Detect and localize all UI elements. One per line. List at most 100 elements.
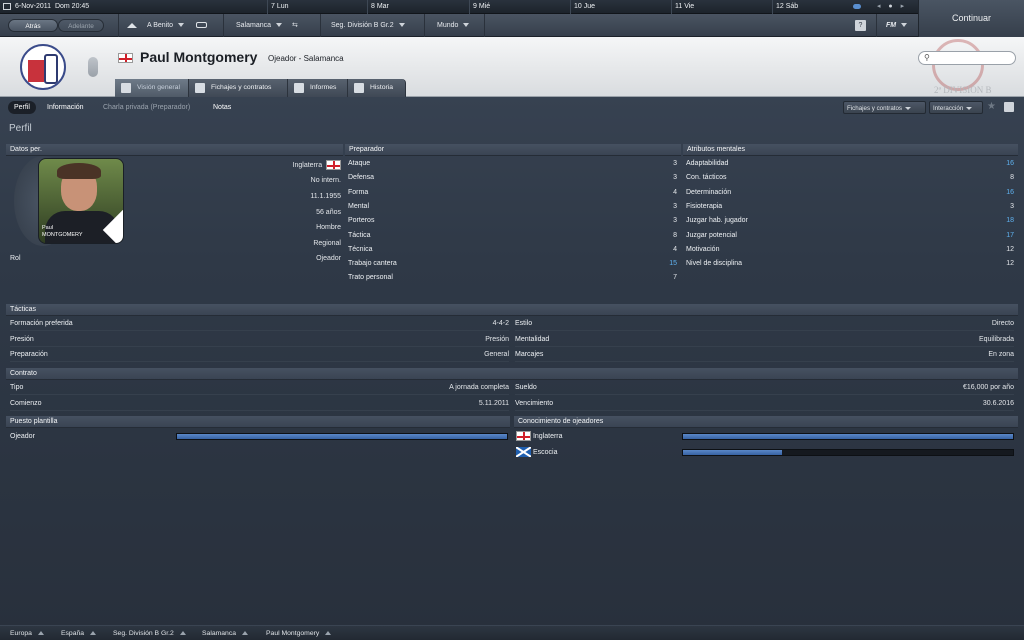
squad-role-row: Ojeador [10, 430, 508, 444]
subnav-private-chat[interactable]: Charla privada (Preparador) [103, 101, 190, 114]
forward-button[interactable]: Adelante [58, 19, 104, 32]
nationality-row[interactable]: Inglaterra [200, 159, 341, 173]
knowledge-heading: Conocimiento de ojeadores [514, 416, 1018, 428]
tactics-row: Presión Presión [10, 333, 509, 347]
scotland-flag-icon [516, 447, 531, 458]
nationality-flag-icon [118, 53, 133, 64]
search-input[interactable]: ⚲ [918, 51, 1016, 65]
club-menu[interactable]: Salamanca ⇆ [223, 14, 320, 37]
coach-attribute-row: Porteros 3 [348, 217, 677, 225]
current-date[interactable]: 6-Nov-2011 Dom 20:45 [0, 0, 118, 14]
star-icon[interactable]: ★ [987, 101, 996, 112]
tab-history[interactable]: Historia [348, 79, 406, 97]
coach-attribute-row: Ataque 3 [348, 160, 677, 167]
time-controls[interactable]: ◂ ● ▸ [846, 0, 918, 14]
coach-attribute-row: Defensa 3 [348, 174, 677, 182]
mental-attribute-row: Determinación 16 [686, 188, 1014, 196]
tactics-row: Mentalidad Equilibrada [515, 333, 1014, 347]
knowledge-row[interactable]: Inglaterra [516, 430, 1016, 444]
day-cell[interactable]: 10 Jue [570, 0, 671, 14]
contract-row: Sueldo €16,000 por año [515, 381, 1014, 395]
dot-icon: ● [888, 3, 893, 10]
mental-attribute-row: Con. tácticos 8 [686, 174, 1014, 182]
breadcrumb-item[interactable]: Seg. División B Gr.2 [113, 626, 186, 640]
caps: No intern. [310, 177, 341, 184]
contract-row: Tipo A jornada completa [10, 381, 509, 395]
chevron-up-icon [325, 631, 332, 636]
league-watermark-icon: 2ª DIVISIÓN B [922, 37, 992, 97]
subnav-information[interactable]: Información [47, 101, 84, 114]
prev-icon: ◂ [876, 3, 881, 10]
coach-attribute-row: Técnica 4 [348, 245, 677, 253]
mental-attribute-row: Fisioterapia 3 [686, 202, 1014, 210]
contract-row: Vencimiento 30.6.2016 [515, 397, 1014, 411]
contract-heading: Contrato [6, 368, 1018, 380]
day-cell[interactable]: 8 Mar [367, 0, 469, 14]
personal-heading: Datos per. [6, 144, 343, 156]
manager-menu[interactable]: A Benito [118, 14, 223, 37]
england-flag-icon [326, 160, 341, 171]
transfer-icon: ⇆ [291, 22, 298, 29]
interaction-dropdown[interactable]: Interacción [929, 101, 983, 114]
competition-menu[interactable]: Seg. División B Gr.2 [320, 14, 424, 37]
chevron-down-icon [398, 23, 405, 28]
chevron-down-icon [178, 23, 185, 28]
mental-heading: Atributos mentales [683, 144, 1018, 156]
contract-icon [195, 83, 205, 93]
continue-button[interactable]: Continuar [918, 0, 1024, 37]
transfers-contracts-dropdown[interactable]: Fichajes y contratos [843, 101, 926, 114]
day-cell[interactable]: 11 Vie [671, 0, 772, 14]
scroll-arrows-icon[interactable] [88, 57, 98, 77]
back-button[interactable]: Atrás [8, 19, 58, 32]
nav-bar: Atrás Adelante A Benito Salamanca ⇆ Seg.… [0, 14, 918, 37]
breadcrumb-item[interactable]: Europa [10, 626, 44, 640]
breadcrumb-item[interactable]: Salamanca [202, 626, 249, 640]
coach-attribute-row: Trato personal 7 [348, 274, 677, 282]
chevron-up-icon [90, 631, 97, 636]
chevron-down-icon [966, 106, 973, 110]
gender: Hombre [316, 224, 341, 231]
tab-transfers-contracts[interactable]: Fichajes y contratos [189, 79, 288, 97]
mental-attribute-row: Juzgar hab. jugador 18 [686, 217, 1014, 225]
mental-attribute-row: Nivel de disciplina 12 [686, 260, 1014, 268]
help-button[interactable]: ? [855, 20, 866, 31]
date-of-birth: 11.1.1955 [310, 193, 341, 200]
england-flag-icon [516, 431, 531, 442]
notes-icon[interactable] [1004, 102, 1014, 112]
breadcrumb: Europa España Seg. División B Gr.2 Salam… [0, 625, 1024, 640]
person-role: Ojeador - Salamanca [268, 54, 344, 63]
subnav-notes[interactable]: Notas [213, 101, 231, 114]
role-row: Rol Ojeador [10, 255, 341, 262]
coach-attribute-row: Trabajo cantera 15 [348, 260, 677, 268]
page-title: Perfil [9, 123, 32, 134]
chevron-up-icon [37, 631, 44, 636]
breadcrumb-item[interactable]: España [61, 626, 97, 640]
search-icon: ⚲ [924, 53, 930, 62]
world-menu[interactable]: Mundo [424, 14, 484, 37]
subnav-profile[interactable]: Perfil [8, 101, 36, 114]
inbox-icon [196, 22, 208, 29]
day-cell[interactable]: 9 Mié [469, 0, 570, 14]
history-icon [354, 83, 364, 93]
squad-heading: Puesto plantilla [6, 416, 510, 428]
day-cell[interactable]: 12 Sáb [772, 0, 844, 14]
chevron-up-icon [242, 631, 249, 636]
knowledge-row[interactable]: Escocia [516, 446, 1016, 460]
speed-icon [853, 3, 861, 9]
tactics-row: Marcajes En zona [515, 348, 1014, 362]
day-cell[interactable]: 7 Lun [267, 0, 367, 14]
fm-menu[interactable]: FM [876, 14, 918, 37]
chevron-down-icon [901, 23, 908, 28]
knowledge-bar [682, 433, 1014, 440]
breadcrumb-item[interactable]: Paul Montgomery [266, 626, 332, 640]
reports-icon [294, 83, 304, 93]
mental-attribute-row: Juzgar potencial 17 [686, 231, 1014, 239]
tab-overview[interactable]: Visión general [115, 79, 189, 97]
tab-reports[interactable]: Informes [288, 79, 348, 97]
squad-status-bar [176, 433, 508, 440]
tactics-row: Preparación General [10, 348, 509, 362]
club-crest-icon[interactable] [20, 44, 66, 90]
mental-attribute-row: Adaptabilidad 16 [686, 160, 1014, 167]
knowledge-bar [682, 449, 1014, 456]
tactics-row: Estilo Directo [515, 317, 1014, 331]
